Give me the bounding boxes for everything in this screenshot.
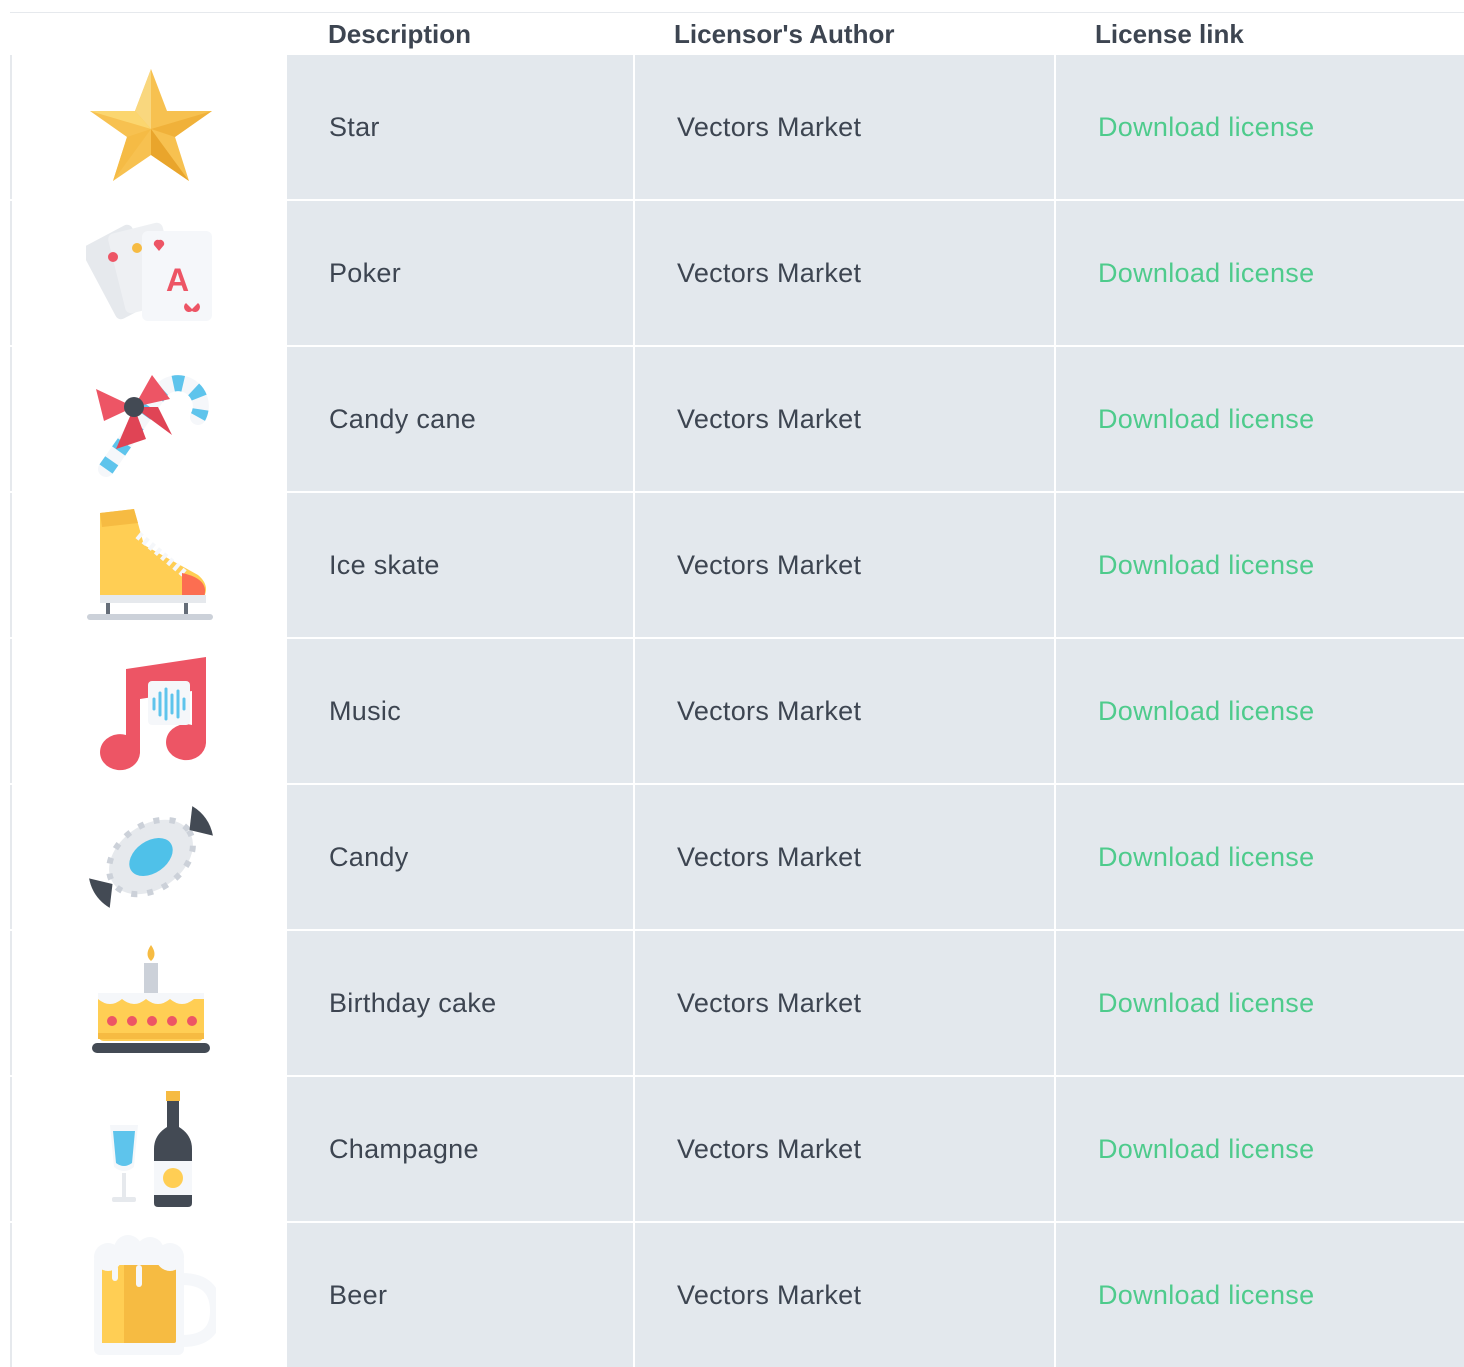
download-license-link[interactable]: Download license [1098,931,1314,1075]
header-licensors-author: Licensor's Author [674,19,895,49]
author-text: Vectors Market [677,404,862,434]
description-text: Candy [329,842,409,872]
description-cell: Beer [287,1223,633,1367]
description-cell: Ice skate [287,493,633,637]
description-cell: Birthday cake [287,931,633,1075]
birthday-cake-icon [86,943,216,1063]
author-text: Vectors Market [677,550,862,580]
description-cell: Champagne [287,1077,633,1221]
author-cell: Vectors Market [635,1077,1054,1221]
description-cell: Music [287,639,633,783]
icon-cell [10,493,287,637]
table-row: Candy Vectors Market Download license [10,785,1464,929]
author-cell: Vectors Market [635,1223,1054,1367]
icon-cell [10,785,287,929]
author-text: Vectors Market [677,258,862,288]
author-text: Vectors Market [677,1134,862,1164]
download-license-link[interactable]: Download license [1098,493,1314,637]
license-cell: Download license [1056,347,1464,491]
candy-cane-icon [86,359,216,479]
header-license-link: License link [1095,19,1244,49]
candy-icon [86,797,216,917]
author-cell: Vectors Market [635,785,1054,929]
header-description: Description [328,19,472,49]
icon-cell [10,347,287,491]
author-text: Vectors Market [677,1280,862,1310]
icon-cell: A [10,201,287,345]
license-cell: Download license [1056,785,1464,929]
beer-icon [86,1235,216,1355]
license-cell: Download license [1056,639,1464,783]
description-cell: Candy [287,785,633,929]
license-cell: Download license [1056,931,1464,1075]
description-text: Music [329,696,402,726]
table-row: Star Vectors Market Download license [10,55,1464,199]
description-text: Champagne [329,1134,479,1164]
license-cell: Download license [1056,1223,1464,1367]
download-license-link[interactable]: Download license [1098,347,1314,491]
ice-skate-icon [86,505,216,625]
description-text: Star [329,112,380,142]
description-cell: Candy cane [287,347,633,491]
author-cell: Vectors Market [635,639,1054,783]
author-text: Vectors Market [677,842,862,872]
author-cell: Vectors Market [635,347,1054,491]
table-header: Description Licensor's Author License li… [10,12,1464,55]
icon-cell [10,55,287,199]
table-row: Music Vectors Market Download license [10,639,1464,783]
star-icon [86,67,216,187]
music-note-icon [86,651,216,771]
download-license-link[interactable]: Download license [1098,639,1314,783]
license-cell: Download license [1056,55,1464,199]
table-row: Ice skate Vectors Market Download licens… [10,493,1464,637]
description-cell: Star [287,55,633,199]
table-row: A Poker Vectors Market Download license [10,201,1464,345]
champagne-icon [86,1089,216,1209]
license-cell: Download license [1056,1077,1464,1221]
author-text: Vectors Market [677,112,862,142]
download-license-link[interactable]: Download license [1098,1223,1314,1367]
table-row: Candy cane Vectors Market Download licen… [10,347,1464,491]
poker-cards-icon: A [86,213,216,333]
author-cell: Vectors Market [635,931,1054,1075]
author-cell: Vectors Market [635,55,1054,199]
description-text: Candy cane [329,404,477,434]
license-cell: Download license [1056,493,1464,637]
download-license-link[interactable]: Download license [1098,201,1314,345]
icon-cell [10,1223,287,1367]
icon-cell [10,1077,287,1221]
description-cell: Poker [287,201,633,345]
table-row: Birthday cake Vectors Market Download li… [10,931,1464,1075]
table-row: Champagne Vectors Market Download licens… [10,1077,1464,1221]
author-cell: Vectors Market [635,201,1054,345]
author-text: Vectors Market [677,988,862,1018]
author-cell: Vectors Market [635,493,1054,637]
description-text: Poker [329,258,402,288]
icon-cell [10,639,287,783]
table-row: Beer Vectors Market Download license [10,1223,1464,1367]
description-text: Birthday cake [329,988,497,1018]
download-license-link[interactable]: Download license [1098,1077,1314,1221]
svg-text:A: A [166,262,189,298]
description-text: Beer [329,1280,388,1310]
license-cell: Download license [1056,201,1464,345]
download-license-link[interactable]: Download license [1098,55,1314,199]
description-text: Ice skate [329,550,440,580]
download-license-link[interactable]: Download license [1098,785,1314,929]
author-text: Vectors Market [677,696,862,726]
icon-cell [10,931,287,1075]
